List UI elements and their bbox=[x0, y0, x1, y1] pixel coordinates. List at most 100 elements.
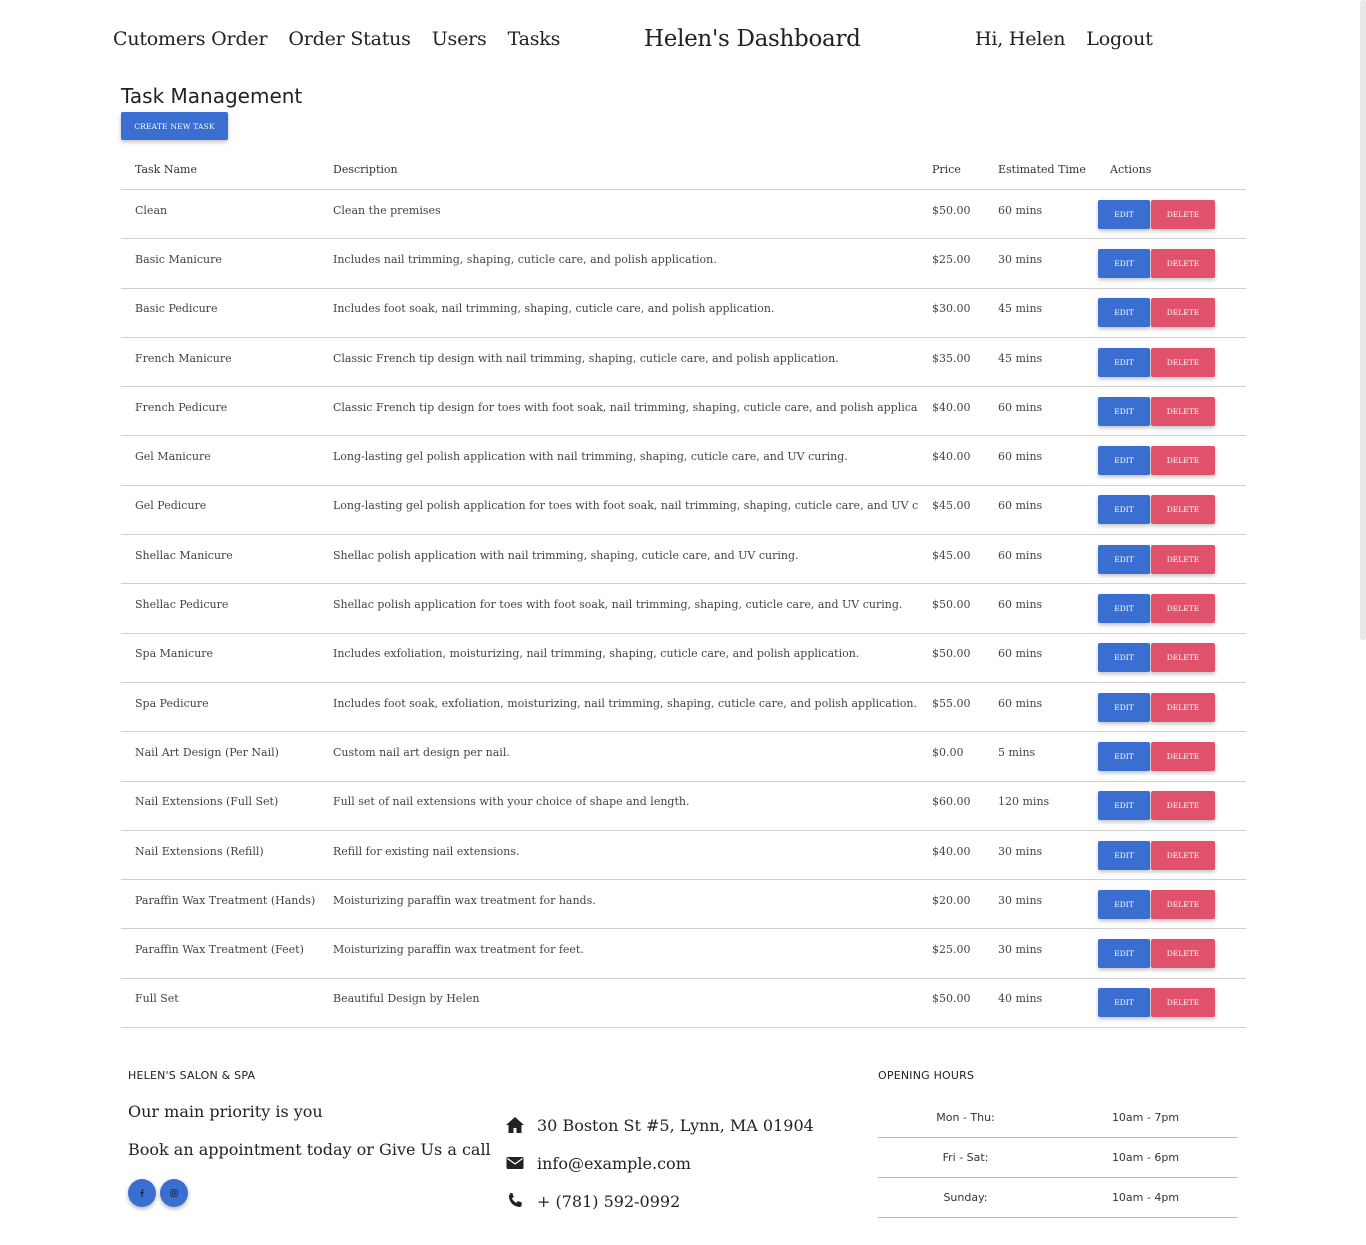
task-actions-cell: EDIT DELETE bbox=[1096, 435, 1246, 486]
delete-task-button[interactable]: DELETE bbox=[1151, 347, 1215, 377]
task-time-cell: 60 mins bbox=[984, 682, 1096, 733]
table-row: Full Set Beautiful Design by Helen $50.00 4… bbox=[121, 978, 1246, 1029]
task-description-cell: Moisturizing paraffin wax treatment for … bbox=[319, 928, 918, 979]
task-description-text: Includes foot soak, exfoliation, moistur… bbox=[333, 696, 918, 710]
table-row: Gel Manicure Long-lasting gel polish appl… bbox=[121, 435, 1246, 486]
nav-users[interactable]: Users bbox=[432, 28, 487, 50]
email-text[interactable]: info@example.com bbox=[537, 1154, 691, 1173]
column-header-actions: Actions bbox=[1096, 150, 1246, 190]
edit-task-button[interactable]: EDIT bbox=[1098, 199, 1150, 229]
task-price-cell: $55.00 bbox=[918, 682, 984, 733]
brand-title[interactable]: Helen's Dashboard bbox=[644, 26, 861, 52]
task-description-text: Includes exfoliation, moisturizing, nail… bbox=[333, 647, 860, 661]
task-time-text: 30 mins bbox=[998, 844, 1043, 858]
task-actions-cell: EDIT DELETE bbox=[1096, 583, 1246, 634]
task-time-cell: 60 mins bbox=[984, 583, 1096, 634]
instagram-icon[interactable] bbox=[160, 1179, 188, 1207]
task-description-cell: Long-lasting gel polish application for … bbox=[319, 485, 918, 536]
delete-task-button[interactable]: DELETE bbox=[1151, 199, 1215, 229]
edit-task-button[interactable]: EDIT bbox=[1098, 446, 1150, 476]
task-name-text: Clean bbox=[135, 203, 168, 217]
task-table-container: Task Name Description Price Estimated Ti… bbox=[121, 150, 1246, 1029]
delete-task-button[interactable]: DELETE bbox=[1151, 446, 1215, 476]
edit-task-button[interactable]: EDIT bbox=[1098, 889, 1150, 919]
task-actions-cell: EDIT DELETE bbox=[1096, 731, 1246, 782]
task-price-text: $20.00 bbox=[932, 893, 971, 907]
delete-task-button[interactable]: DELETE bbox=[1151, 544, 1215, 574]
task-actions-cell: EDIT DELETE bbox=[1096, 682, 1246, 733]
task-price-text: $0.00 bbox=[932, 745, 964, 759]
column-header-estimated-time: Estimated Time bbox=[984, 150, 1096, 190]
facebook-icon[interactable] bbox=[128, 1179, 156, 1207]
table-row: French Manicure Classic French tip design… bbox=[121, 337, 1246, 388]
phone-text[interactable]: + (781) 592-0992 bbox=[537, 1192, 680, 1211]
hours-row: Mon - Thu: 10am - 7pm bbox=[878, 1098, 1238, 1138]
edit-task-button[interactable]: EDIT bbox=[1098, 594, 1150, 624]
task-actions-cell: EDIT DELETE bbox=[1096, 534, 1246, 585]
footer-hours-heading: OPENING HOURS bbox=[878, 1069, 975, 1082]
nav-order-status[interactable]: Order Status bbox=[288, 28, 411, 50]
task-price-text: $50.00 bbox=[932, 992, 971, 1006]
task-price-cell: $50.00 bbox=[918, 978, 984, 1029]
footer-cta: Book an appointment today or Give Us a c… bbox=[128, 1140, 491, 1159]
table-row: French Pedicure Classic French tip design… bbox=[121, 386, 1246, 437]
edit-task-button[interactable]: EDIT bbox=[1098, 840, 1150, 870]
task-description-text: Shellac polish application for toes with… bbox=[333, 598, 903, 612]
address-text: 30 Boston St #5, Lynn, MA 01904 bbox=[537, 1115, 814, 1135]
page-scrollbar[interactable] bbox=[1360, 0, 1366, 640]
delete-task-button[interactable]: DELETE bbox=[1151, 248, 1215, 278]
nav-customers-order[interactable]: Cutomers Order bbox=[113, 28, 268, 50]
task-actions-cell: EDIT DELETE bbox=[1096, 830, 1246, 881]
edit-task-button[interactable]: EDIT bbox=[1098, 643, 1150, 673]
nav-tasks[interactable]: Tasks bbox=[508, 28, 561, 50]
table-row: Basic Pedicure Includes foot soak, nail t… bbox=[121, 288, 1246, 338]
delete-task-button[interactable]: DELETE bbox=[1151, 298, 1215, 328]
task-name-cell: Shellac Pedicure bbox=[121, 583, 319, 634]
task-price-text: $30.00 bbox=[932, 302, 971, 316]
task-table: Task Name Description Price Estimated Ti… bbox=[121, 150, 1246, 1029]
delete-task-button[interactable]: DELETE bbox=[1151, 791, 1215, 821]
task-price-cell: $50.00 bbox=[918, 189, 984, 240]
greeting-link[interactable]: Hi, Helen bbox=[975, 28, 1065, 50]
edit-task-button[interactable]: EDIT bbox=[1098, 791, 1150, 821]
task-time-cell: 45 mins bbox=[984, 337, 1096, 388]
table-row: Paraffin Wax Treatment (Hands) Moisturizi… bbox=[121, 879, 1246, 930]
task-price-cell: $60.00 bbox=[918, 781, 984, 831]
edit-task-button[interactable]: EDIT bbox=[1098, 692, 1150, 722]
task-actions-cell: EDIT DELETE bbox=[1096, 781, 1246, 831]
delete-task-button[interactable]: DELETE bbox=[1151, 396, 1215, 426]
task-price-text: $50.00 bbox=[932, 203, 971, 217]
task-description-cell: Moisturizing paraffin wax treatment for … bbox=[319, 879, 918, 930]
delete-task-button[interactable]: DELETE bbox=[1151, 840, 1215, 870]
task-price-text: $40.00 bbox=[932, 400, 971, 414]
task-description-cell: Shellac polish application with nail tri… bbox=[319, 534, 918, 585]
task-price-cell: $40.00 bbox=[918, 386, 984, 437]
edit-task-button[interactable]: EDIT bbox=[1098, 741, 1150, 771]
task-name-text: Spa Pedicure bbox=[135, 696, 209, 710]
task-time-text: 60 mins bbox=[998, 203, 1043, 217]
edit-task-button[interactable]: EDIT bbox=[1098, 298, 1150, 328]
delete-task-button[interactable]: DELETE bbox=[1151, 741, 1215, 771]
delete-task-button[interactable]: DELETE bbox=[1151, 495, 1215, 525]
edit-task-button[interactable]: EDIT bbox=[1098, 347, 1150, 377]
task-time-cell: 60 mins bbox=[984, 189, 1096, 240]
delete-task-button[interactable]: DELETE bbox=[1151, 594, 1215, 624]
delete-task-button[interactable]: DELETE bbox=[1151, 988, 1215, 1018]
task-time-cell: 40 mins bbox=[984, 978, 1096, 1029]
table-header: Task Name Description Price Estimated Ti… bbox=[121, 150, 1246, 190]
edit-task-button[interactable]: EDIT bbox=[1098, 544, 1150, 574]
edit-task-button[interactable]: EDIT bbox=[1098, 988, 1150, 1018]
delete-task-button[interactable]: DELETE bbox=[1151, 939, 1215, 969]
delete-task-button[interactable]: DELETE bbox=[1151, 643, 1215, 673]
create-task-button[interactable]: CREATE NEW TASK bbox=[121, 112, 228, 140]
task-description-text: Includes nail trimming, shaping, cuticle… bbox=[333, 252, 717, 266]
edit-task-button[interactable]: EDIT bbox=[1098, 939, 1150, 969]
edit-task-button[interactable]: EDIT bbox=[1098, 495, 1150, 525]
logout-link[interactable]: Logout bbox=[1086, 28, 1153, 50]
edit-task-button[interactable]: EDIT bbox=[1098, 396, 1150, 426]
delete-task-button[interactable]: DELETE bbox=[1151, 692, 1215, 722]
table-row: Paraffin Wax Treatment (Feet) Moisturizin… bbox=[121, 928, 1246, 979]
task-name-cell: Gel Manicure bbox=[121, 435, 319, 486]
edit-task-button[interactable]: EDIT bbox=[1098, 248, 1150, 278]
delete-task-button[interactable]: DELETE bbox=[1151, 889, 1215, 919]
